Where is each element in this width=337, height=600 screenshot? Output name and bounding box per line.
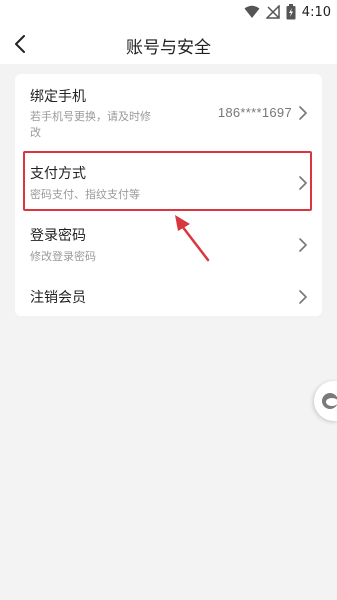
- status-bar: 4:10: [0, 0, 337, 24]
- login-password-title: 登录密码: [30, 228, 86, 244]
- payment-method-subtitle: 密码支付、指纹支付等: [30, 188, 140, 201]
- top-app-bar: 账号与安全: [0, 24, 337, 64]
- payment-method-row[interactable]: 支付方式 密码支付、指纹支付等: [15, 154, 322, 210]
- signal-off-icon: [265, 5, 280, 19]
- chevron-right-icon: [299, 176, 307, 190]
- bind-phone-row[interactable]: 绑定手机 若手机号更换，请及时修 改 186****1697: [15, 74, 322, 150]
- bind-phone-subtitle-line1: 若手机号更换，请及时修: [30, 110, 151, 123]
- status-time: 4:10: [301, 4, 331, 20]
- bind-phone-subtitle-line2: 改: [30, 126, 41, 139]
- wifi-icon: [244, 5, 260, 18]
- assistant-icon-highlight: [326, 398, 337, 406]
- payment-method-title: 支付方式: [30, 166, 86, 182]
- login-password-subtitle: 修改登录密码: [30, 250, 96, 263]
- battery-charging-icon: [286, 4, 296, 20]
- chevron-right-icon: [299, 106, 307, 120]
- cancel-membership-row[interactable]: 注销会员: [15, 274, 322, 316]
- settings-card: 绑定手机 若手机号更换，请及时修 改 186****1697 支付方式 密码支付…: [15, 74, 322, 316]
- bind-phone-title: 绑定手机: [30, 89, 86, 105]
- chevron-right-icon: [299, 290, 307, 304]
- status-icons: 4:10: [244, 3, 331, 21]
- cancel-membership-title: 注销会员: [30, 290, 86, 306]
- chevron-right-icon: [299, 238, 307, 252]
- page-title: 账号与安全: [126, 38, 211, 58]
- login-password-row[interactable]: 登录密码 修改登录密码: [15, 215, 322, 271]
- bind-phone-value: 186****1697: [217, 105, 292, 120]
